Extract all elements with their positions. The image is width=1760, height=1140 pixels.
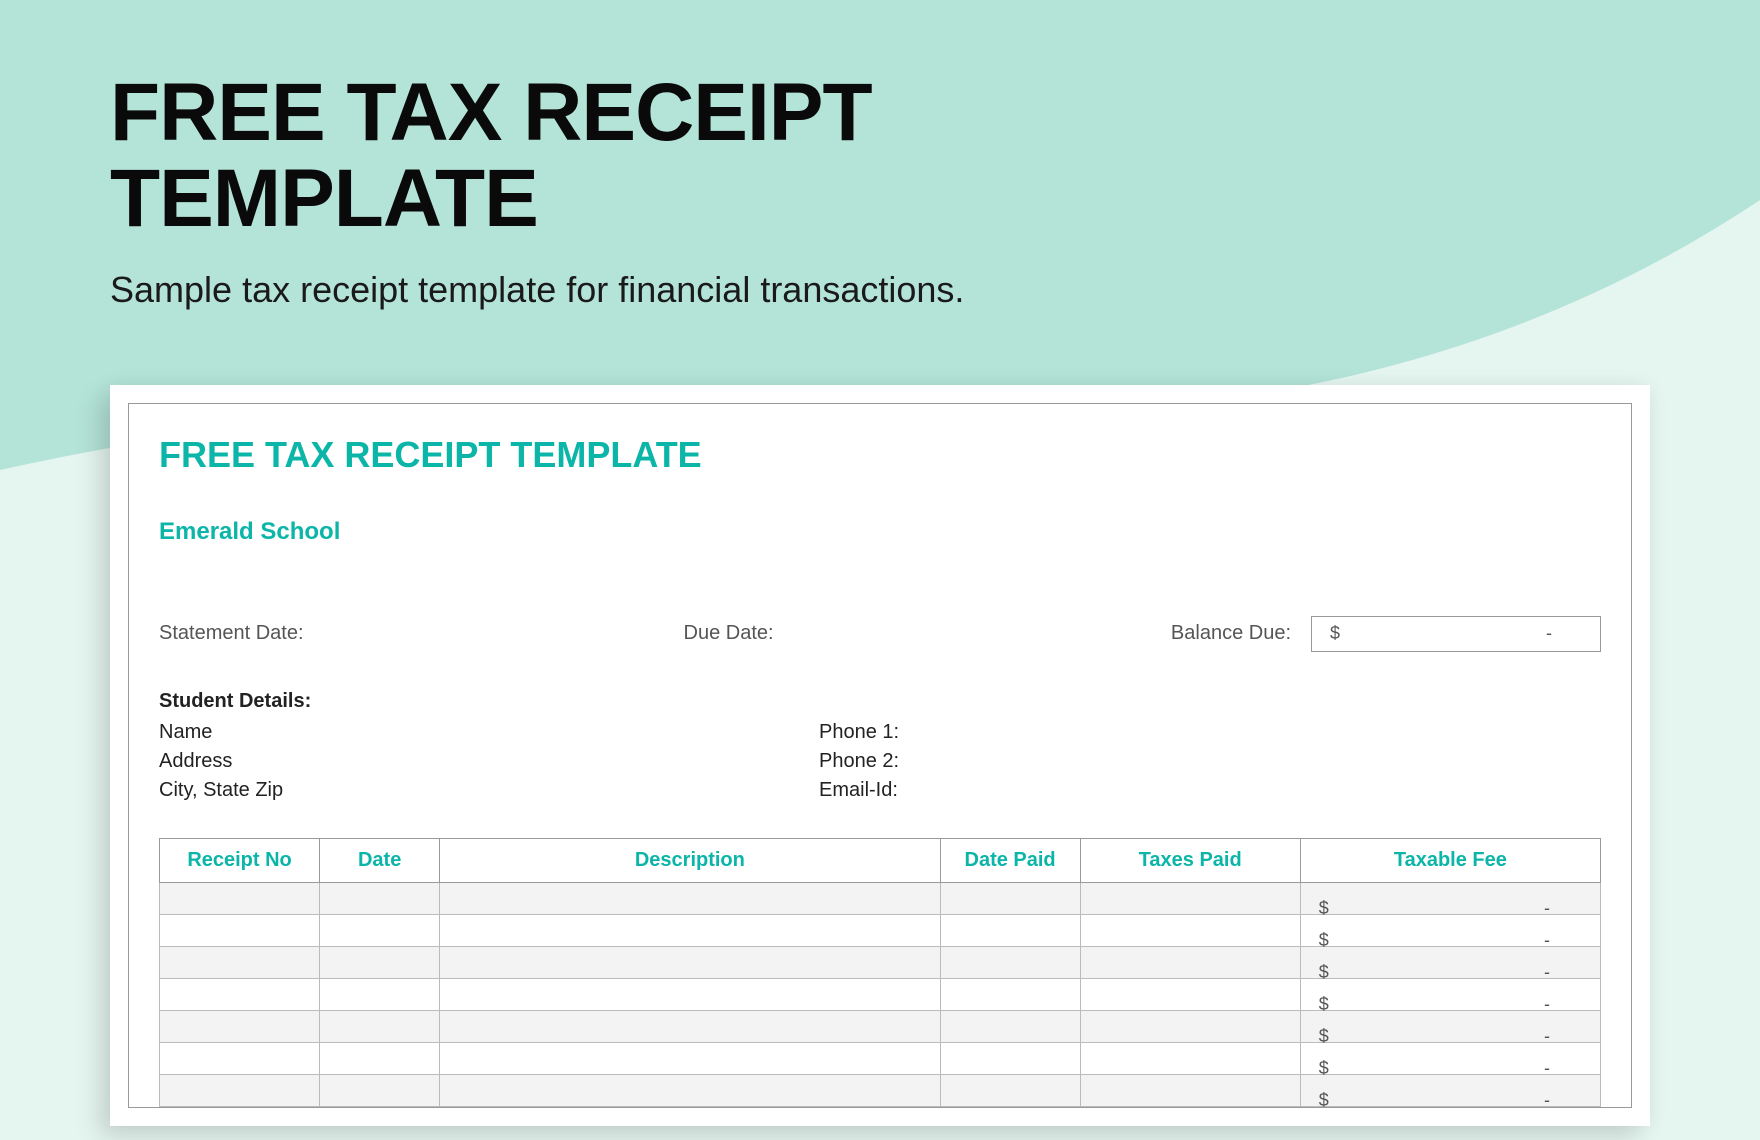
- table-row: $-: [160, 978, 1601, 1010]
- header-section: FREE TAX RECEIPT TEMPLATE Sample tax rec…: [0, 0, 1760, 355]
- phone1-label: Phone 1:: [819, 721, 1601, 744]
- student-details-section: Student Details: Name Address City, Stat…: [159, 690, 1601, 808]
- table-row: $-: [160, 1074, 1601, 1106]
- title-line-1: FREE TAX RECEIPT: [110, 67, 872, 158]
- table-cell: [320, 882, 440, 914]
- table-cell: [160, 978, 320, 1010]
- document-title: FREE TAX RECEIPT TEMPLATE: [159, 434, 1601, 476]
- fee-currency: $: [1319, 1090, 1329, 1111]
- address-label: Address: [159, 750, 819, 773]
- student-details-header: Student Details:: [159, 690, 1601, 713]
- balance-currency: $: [1330, 623, 1340, 644]
- balance-value: -: [1546, 623, 1552, 644]
- table-cell: [1080, 978, 1300, 1010]
- balance-due-label: Balance Due:: [1171, 622, 1291, 645]
- document-card: FREE TAX RECEIPT TEMPLATE Emerald School…: [110, 385, 1650, 1126]
- city-state-zip-label: City, State Zip: [159, 779, 819, 802]
- table-cell: [320, 1074, 440, 1106]
- table-cell: [440, 946, 940, 978]
- taxable-fee-cell: $-: [1300, 882, 1600, 914]
- table-cell: [440, 914, 940, 946]
- table-row: $-: [160, 1010, 1601, 1042]
- email-label: Email-Id:: [819, 779, 1601, 802]
- table-cell: [440, 978, 940, 1010]
- phone2-label: Phone 2:: [819, 750, 1601, 773]
- table-header-row: Receipt No Date Description Date Paid Ta…: [160, 838, 1601, 882]
- balance-due-box: $ -: [1311, 616, 1601, 652]
- table-cell: [940, 882, 1080, 914]
- table-cell: [160, 1042, 320, 1074]
- taxable-fee-cell: $-: [1300, 978, 1600, 1010]
- table-cell: [160, 914, 320, 946]
- table-cell: [1080, 882, 1300, 914]
- table-cell: [1080, 946, 1300, 978]
- table-cell: [160, 1074, 320, 1106]
- header-date-paid: Date Paid: [940, 838, 1080, 882]
- table-cell: [1080, 1010, 1300, 1042]
- header-receipt-no: Receipt No: [160, 838, 320, 882]
- table-cell: [440, 882, 940, 914]
- title-line-2: TEMPLATE: [110, 153, 538, 244]
- table-cell: [440, 1074, 940, 1106]
- taxable-fee-cell: $-: [1300, 1074, 1600, 1106]
- due-date-label: Due Date:: [684, 622, 774, 645]
- table-cell: [320, 1010, 440, 1042]
- header-description: Description: [440, 838, 940, 882]
- table-cell: [320, 1042, 440, 1074]
- table-row: $-: [160, 882, 1601, 914]
- table-cell: [440, 1010, 940, 1042]
- table-cell: [940, 1010, 1080, 1042]
- table-cell: [320, 946, 440, 978]
- table-cell: [320, 914, 440, 946]
- details-grid: Name Address City, State Zip Phone 1: Ph…: [159, 721, 1601, 808]
- table-row: $-: [160, 1042, 1601, 1074]
- table-cell: [940, 946, 1080, 978]
- header-taxable-fee: Taxable Fee: [1300, 838, 1600, 882]
- statement-date-label: Statement Date:: [159, 622, 304, 645]
- statement-row: Statement Date: Due Date: Balance Due: $…: [159, 616, 1601, 652]
- table-cell: [1080, 1042, 1300, 1074]
- table-cell: [1080, 1074, 1300, 1106]
- table-cell: [160, 1010, 320, 1042]
- taxable-fee-cell: $-: [1300, 1042, 1600, 1074]
- page-subtitle: Sample tax receipt template for financia…: [110, 266, 1010, 315]
- name-label: Name: [159, 721, 819, 744]
- table-cell: [940, 1042, 1080, 1074]
- taxable-fee-cell: $-: [1300, 1010, 1600, 1042]
- table-cell: [940, 914, 1080, 946]
- taxable-fee-cell: $-: [1300, 946, 1600, 978]
- details-left-column: Name Address City, State Zip: [159, 721, 819, 808]
- table-cell: [1080, 914, 1300, 946]
- receipt-table: Receipt No Date Description Date Paid Ta…: [159, 838, 1601, 1107]
- page-title: FREE TAX RECEIPT TEMPLATE: [110, 70, 1650, 242]
- header-taxes-paid: Taxes Paid: [1080, 838, 1300, 882]
- table-cell: [160, 946, 320, 978]
- header-date: Date: [320, 838, 440, 882]
- table-cell: [940, 1074, 1080, 1106]
- table-cell: [160, 882, 320, 914]
- fee-value: -: [1544, 1090, 1550, 1111]
- details-right-column: Phone 1: Phone 2: Email-Id:: [819, 721, 1601, 808]
- taxable-fee-cell: $-: [1300, 914, 1600, 946]
- table-row: $-: [160, 946, 1601, 978]
- table-row: $-: [160, 914, 1601, 946]
- document-inner: FREE TAX RECEIPT TEMPLATE Emerald School…: [128, 403, 1632, 1108]
- table-cell: [440, 1042, 940, 1074]
- organization-name: Emerald School: [159, 518, 1601, 546]
- balance-due-group: Balance Due: $ -: [1171, 616, 1601, 652]
- table-cell: [940, 978, 1080, 1010]
- table-cell: [320, 978, 440, 1010]
